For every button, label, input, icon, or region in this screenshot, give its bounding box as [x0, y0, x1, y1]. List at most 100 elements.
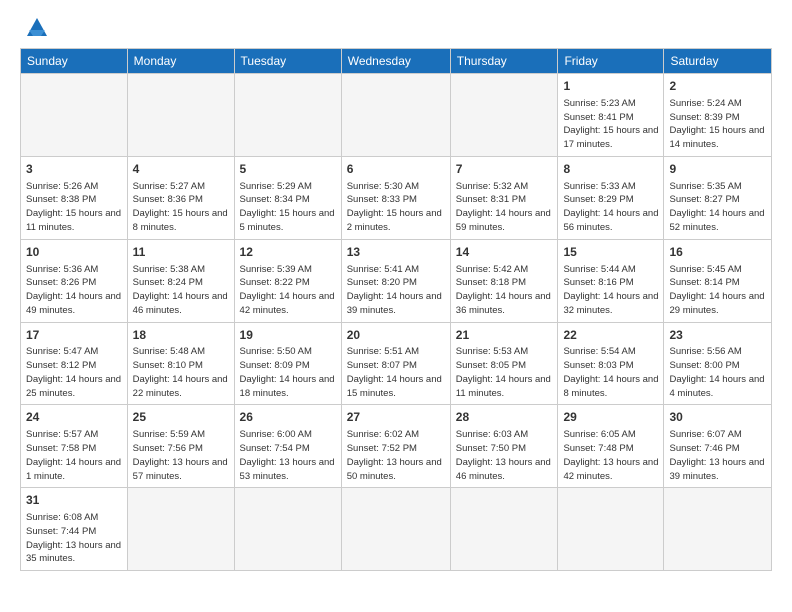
calendar-cell: 11 Sunrise: 5:38 AM Sunset: 8:24 PM Dayli… [127, 239, 234, 322]
day-info: Sunrise: 5:53 AM Sunset: 8:05 PM Dayligh… [456, 345, 553, 400]
day-info: Sunrise: 5:38 AM Sunset: 8:24 PM Dayligh… [133, 263, 229, 318]
calendar-cell: 26 Sunrise: 6:00 AM Sunset: 7:54 PM Dayli… [234, 405, 341, 488]
calendar-cell: 22Sunrise: 5:54 AM Sunset: 8:03 PM Dayli… [558, 322, 664, 405]
col-header-tuesday: Tuesday [234, 49, 341, 74]
day-number: 27 [347, 409, 445, 426]
day-info: Sunrise: 5:59 AM Sunset: 7:56 PM Dayligh… [133, 428, 229, 483]
day-info: Sunrise: 5:30 AM Sunset: 8:33 PM Dayligh… [347, 180, 445, 235]
page-header [20, 16, 772, 40]
calendar-cell [234, 488, 341, 571]
day-number: 7 [456, 161, 553, 178]
calendar-cell: 21Sunrise: 5:53 AM Sunset: 8:05 PM Dayli… [450, 322, 558, 405]
day-number: 4 [133, 161, 229, 178]
logo-icon [23, 16, 51, 40]
day-number: 26 [240, 409, 336, 426]
day-info: Sunrise: 5:56 AM Sunset: 8:00 PM Dayligh… [669, 345, 766, 400]
day-info: Sunrise: 5:42 AM Sunset: 8:18 PM Dayligh… [456, 263, 553, 318]
calendar-week-row: 24Sunrise: 5:57 AM Sunset: 7:58 PM Dayli… [21, 405, 772, 488]
calendar-cell [21, 74, 128, 157]
day-number: 2 [669, 78, 766, 95]
day-number: 29 [563, 409, 658, 426]
calendar-cell: 20Sunrise: 5:51 AM Sunset: 8:07 PM Dayli… [341, 322, 450, 405]
day-number: 31 [26, 492, 122, 509]
calendar-week-row: 3Sunrise: 5:26 AM Sunset: 8:38 PM Daylig… [21, 156, 772, 239]
day-info: Sunrise: 6:08 AM Sunset: 7:44 PM Dayligh… [26, 511, 122, 566]
day-info: Sunrise: 5:45 AM Sunset: 8:14 PM Dayligh… [669, 263, 766, 318]
day-number: 21 [456, 327, 553, 344]
calendar-cell: 2 Sunrise: 5:24 AM Sunset: 8:39 PM Daylig… [664, 74, 772, 157]
calendar-header-row: SundayMondayTuesdayWednesdayThursdayFrid… [21, 49, 772, 74]
calendar-week-row: 1 Sunrise: 5:23 AM Sunset: 8:41 PM Daylig… [21, 74, 772, 157]
day-number: 14 [456, 244, 553, 261]
day-number: 16 [669, 244, 766, 261]
calendar-cell: 3Sunrise: 5:26 AM Sunset: 8:38 PM Daylig… [21, 156, 128, 239]
day-info: Sunrise: 6:03 AM Sunset: 7:50 PM Dayligh… [456, 428, 553, 483]
day-info: Sunrise: 5:54 AM Sunset: 8:03 PM Dayligh… [563, 345, 658, 400]
col-header-thursday: Thursday [450, 49, 558, 74]
day-info: Sunrise: 6:07 AM Sunset: 7:46 PM Dayligh… [669, 428, 766, 483]
calendar-cell: 16 Sunrise: 5:45 AM Sunset: 8:14 PM Dayli… [664, 239, 772, 322]
day-number: 22 [563, 327, 658, 344]
day-info: Sunrise: 5:33 AM Sunset: 8:29 PM Dayligh… [563, 180, 658, 235]
calendar-cell: 27 Sunrise: 6:02 AM Sunset: 7:52 PM Dayli… [341, 405, 450, 488]
calendar-cell: 30 Sunrise: 6:07 AM Sunset: 7:46 PM Dayli… [664, 405, 772, 488]
day-number: 15 [563, 244, 658, 261]
day-info: Sunrise: 5:23 AM Sunset: 8:41 PM Dayligh… [563, 97, 658, 152]
day-info: Sunrise: 5:44 AM Sunset: 8:16 PM Dayligh… [563, 263, 658, 318]
calendar-cell [127, 74, 234, 157]
calendar-cell [664, 488, 772, 571]
calendar-cell: 8 Sunrise: 5:33 AM Sunset: 8:29 PM Daylig… [558, 156, 664, 239]
day-info: Sunrise: 5:47 AM Sunset: 8:12 PM Dayligh… [26, 345, 122, 400]
calendar-cell: 15 Sunrise: 5:44 AM Sunset: 8:16 PM Dayli… [558, 239, 664, 322]
day-number: 30 [669, 409, 766, 426]
calendar-cell [450, 74, 558, 157]
day-info: Sunrise: 5:41 AM Sunset: 8:20 PM Dayligh… [347, 263, 445, 318]
calendar-cell [341, 74, 450, 157]
day-info: Sunrise: 6:00 AM Sunset: 7:54 PM Dayligh… [240, 428, 336, 483]
calendar-week-row: 31 Sunrise: 6:08 AM Sunset: 7:44 PM Dayli… [21, 488, 772, 571]
day-number: 25 [133, 409, 229, 426]
day-number: 11 [133, 244, 229, 261]
col-header-wednesday: Wednesday [341, 49, 450, 74]
calendar-cell [450, 488, 558, 571]
calendar-cell: 10 Sunrise: 5:36 AM Sunset: 8:26 PM Dayli… [21, 239, 128, 322]
calendar-cell: 4 Sunrise: 5:27 AM Sunset: 8:36 PM Daylig… [127, 156, 234, 239]
logo [20, 16, 51, 40]
calendar-week-row: 10 Sunrise: 5:36 AM Sunset: 8:26 PM Dayli… [21, 239, 772, 322]
day-number: 23 [669, 327, 766, 344]
day-number: 13 [347, 244, 445, 261]
calendar-cell: 24Sunrise: 5:57 AM Sunset: 7:58 PM Dayli… [21, 405, 128, 488]
day-number: 12 [240, 244, 336, 261]
calendar-cell [341, 488, 450, 571]
day-number: 1 [563, 78, 658, 95]
calendar-cell: 19Sunrise: 5:50 AM Sunset: 8:09 PM Dayli… [234, 322, 341, 405]
day-number: 6 [347, 161, 445, 178]
col-header-sunday: Sunday [21, 49, 128, 74]
day-info: Sunrise: 5:27 AM Sunset: 8:36 PM Dayligh… [133, 180, 229, 235]
day-info: Sunrise: 6:02 AM Sunset: 7:52 PM Dayligh… [347, 428, 445, 483]
calendar-cell: 9Sunrise: 5:35 AM Sunset: 8:27 PM Daylig… [664, 156, 772, 239]
day-number: 3 [26, 161, 122, 178]
calendar-cell [558, 488, 664, 571]
day-info: Sunrise: 6:05 AM Sunset: 7:48 PM Dayligh… [563, 428, 658, 483]
calendar-cell: 29 Sunrise: 6:05 AM Sunset: 7:48 PM Dayli… [558, 405, 664, 488]
day-info: Sunrise: 5:29 AM Sunset: 8:34 PM Dayligh… [240, 180, 336, 235]
calendar-cell: 28Sunrise: 6:03 AM Sunset: 7:50 PM Dayli… [450, 405, 558, 488]
calendar-cell: 18Sunrise: 5:48 AM Sunset: 8:10 PM Dayli… [127, 322, 234, 405]
calendar-cell: 5 Sunrise: 5:29 AM Sunset: 8:34 PM Daylig… [234, 156, 341, 239]
day-number: 18 [133, 327, 229, 344]
calendar-cell: 14 Sunrise: 5:42 AM Sunset: 8:18 PM Dayli… [450, 239, 558, 322]
day-number: 8 [563, 161, 658, 178]
calendar-cell: 17Sunrise: 5:47 AM Sunset: 8:12 PM Dayli… [21, 322, 128, 405]
col-header-monday: Monday [127, 49, 234, 74]
day-info: Sunrise: 5:24 AM Sunset: 8:39 PM Dayligh… [669, 97, 766, 152]
calendar-cell: 13 Sunrise: 5:41 AM Sunset: 8:20 PM Dayli… [341, 239, 450, 322]
col-header-saturday: Saturday [664, 49, 772, 74]
day-number: 10 [26, 244, 122, 261]
calendar-table: SundayMondayTuesdayWednesdayThursdayFrid… [20, 48, 772, 571]
calendar-week-row: 17Sunrise: 5:47 AM Sunset: 8:12 PM Dayli… [21, 322, 772, 405]
day-info: Sunrise: 5:36 AM Sunset: 8:26 PM Dayligh… [26, 263, 122, 318]
day-number: 5 [240, 161, 336, 178]
calendar-cell: 25 Sunrise: 5:59 AM Sunset: 7:56 PM Dayli… [127, 405, 234, 488]
day-info: Sunrise: 5:48 AM Sunset: 8:10 PM Dayligh… [133, 345, 229, 400]
